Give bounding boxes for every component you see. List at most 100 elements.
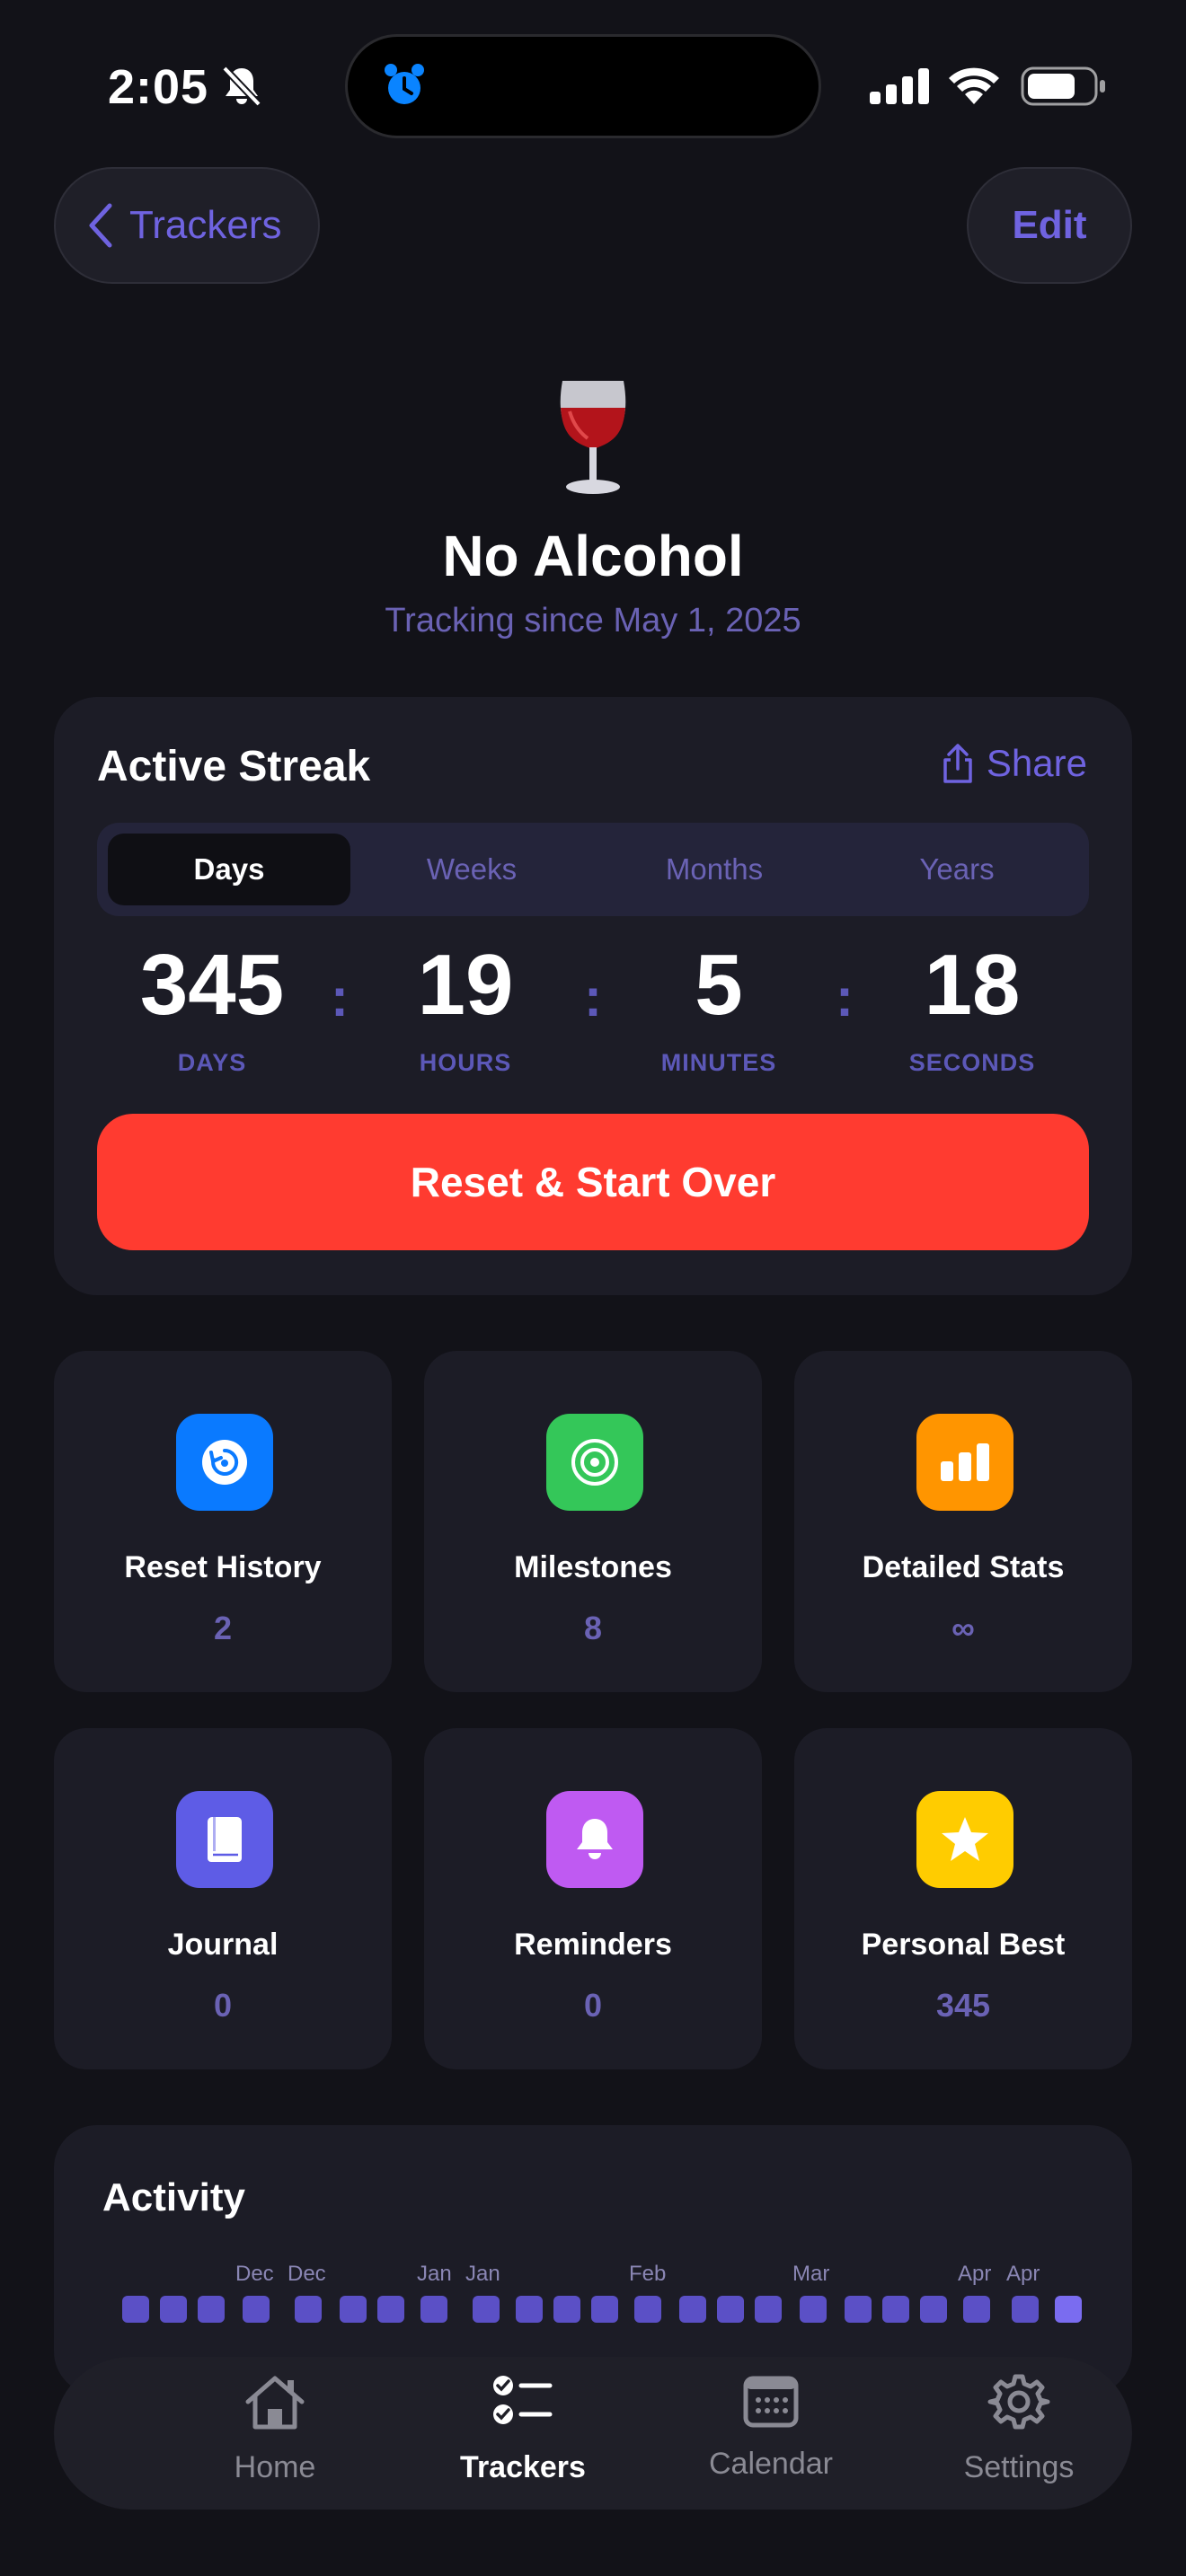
tab-trackers-label: Trackers — [460, 2450, 586, 2484]
segment-weeks[interactable]: Weeks — [350, 834, 593, 905]
tile-value: 2 — [213, 1610, 233, 1646]
tile-value: 345 — [935, 1987, 991, 2024]
edit-button[interactable]: Edit — [967, 167, 1132, 284]
share-icon — [943, 744, 972, 783]
tab-calendar[interactable]: Calendar — [672, 2373, 870, 2499]
activity-cell — [882, 2296, 909, 2323]
dynamic-island — [345, 34, 821, 138]
tile-reset-history[interactable]: Reset History 2 — [54, 1351, 392, 1692]
activity-cell — [553, 2296, 580, 2323]
tile-label: Journal — [167, 1928, 279, 1962]
activity-cell — [800, 2296, 827, 2323]
activity-cell — [473, 2296, 500, 2323]
tile-label: Personal Best — [861, 1928, 1066, 1962]
chevron-left-icon — [89, 203, 112, 248]
activity-cell — [160, 2296, 187, 2323]
tracker-title: No Alcohol — [442, 524, 744, 588]
wifi-icon — [947, 65, 1001, 110]
activity-cell — [122, 2296, 149, 2323]
counter-hours-unit: HOURS — [419, 1048, 512, 1076]
activity-month-label: Apr — [1006, 2262, 1040, 2286]
segment-days[interactable]: Days — [108, 834, 350, 905]
counter-days-unit: DAYS — [177, 1048, 247, 1076]
activity-cell — [634, 2296, 661, 2323]
status-time: 2:05 — [108, 60, 209, 114]
tile-journal[interactable]: Journal 0 — [54, 1728, 392, 2069]
activity-card: Activity Dec Dec Jan Jan Feb Mar Apr Apr — [54, 2125, 1132, 2395]
chart-icon — [916, 1414, 1013, 1511]
counter-hours-value: 19 — [417, 937, 514, 1033]
activity-cell — [377, 2296, 404, 2323]
activity-cell — [340, 2296, 367, 2323]
tile-label: Reset History — [124, 1550, 322, 1584]
activity-cell — [198, 2296, 225, 2323]
activity-cell — [420, 2296, 447, 2323]
activity-month-label: Dec — [235, 2262, 274, 2286]
alarm-clock-icon — [382, 62, 427, 113]
counter-hours: 19 HOURS — [367, 938, 564, 1077]
activity-month-label: Apr — [958, 2262, 992, 2286]
tile-label: Reminders — [514, 1928, 672, 1962]
unit-segmented-control: Days Weeks Months Years — [97, 823, 1089, 916]
counter-seconds-unit: SECONDS — [908, 1048, 1036, 1076]
tab-settings[interactable]: Settings — [920, 2373, 1118, 2499]
tile-label: Detailed Stats — [862, 1550, 1065, 1584]
tile-value: 0 — [583, 1987, 603, 2024]
activity-cell — [679, 2296, 706, 2323]
calendar-icon — [739, 2373, 803, 2435]
activity-cell — [963, 2296, 990, 2323]
cellular-signal-icon — [870, 68, 929, 109]
activity-month-label: Mar — [792, 2262, 830, 2286]
activity-cell — [717, 2296, 744, 2323]
tab-home[interactable]: Home — [176, 2373, 374, 2499]
counter-minutes-unit: MINUTES — [660, 1048, 777, 1076]
tile-reminders[interactable]: Reminders 0 — [424, 1728, 762, 2069]
activity-month-label: Jan — [417, 2262, 452, 2286]
bell-icon — [546, 1791, 643, 1888]
bell-slash-icon — [221, 65, 262, 112]
tile-detailed-stats[interactable]: Detailed Stats ∞ — [794, 1351, 1132, 1692]
tile-milestones[interactable]: Milestones 8 — [424, 1351, 762, 1692]
wine-glass-icon — [543, 375, 643, 506]
activity-cell — [1012, 2296, 1039, 2323]
segment-years[interactable]: Years — [836, 834, 1078, 905]
activity-month-label: Jan — [465, 2262, 500, 2286]
reset-button[interactable]: Reset & Start Over — [97, 1114, 1089, 1250]
tile-personal-best[interactable]: Personal Best 345 — [794, 1728, 1132, 2069]
tracker-subtitle: Tracking since May 1, 2025 — [385, 602, 801, 640]
activity-cell — [295, 2296, 322, 2323]
counter-minutes-value: 5 — [695, 937, 743, 1033]
tab-calendar-label: Calendar — [709, 2447, 833, 2481]
star-icon — [916, 1791, 1013, 1888]
tab-bar: Home Trackers Calendar Settings — [54, 2357, 1132, 2510]
active-streak-card: Active Streak Share Days Weeks Months Ye… — [54, 697, 1132, 1295]
activity-cell — [591, 2296, 618, 2323]
back-button-label: Trackers — [129, 203, 282, 247]
counter-days-value: 345 — [139, 937, 285, 1033]
counter-days: 345 DAYS — [113, 938, 311, 1077]
tab-settings-label: Settings — [963, 2450, 1075, 2484]
tile-value: 8 — [583, 1610, 603, 1646]
activity-cell — [755, 2296, 782, 2323]
streak-title: Active Streak — [97, 743, 371, 790]
segment-months[interactable]: Months — [593, 834, 836, 905]
book-icon — [176, 1791, 273, 1888]
counter-separator: : — [584, 967, 602, 1028]
share-button[interactable]: Share — [940, 742, 1087, 785]
tab-home-label: Home — [234, 2450, 316, 2484]
counter-seconds: 18 SECONDS — [873, 938, 1071, 1077]
share-label: Share — [986, 742, 1087, 784]
back-button[interactable]: Trackers — [54, 167, 320, 284]
activity-title: Activity — [102, 2175, 245, 2219]
activity-cell — [845, 2296, 872, 2323]
battery-icon — [1021, 66, 1107, 110]
counter-separator: : — [836, 967, 854, 1028]
counter-minutes: 5 MINUTES — [620, 938, 818, 1077]
activity-cell — [1055, 2296, 1082, 2323]
gear-icon — [987, 2373, 1051, 2435]
tab-trackers[interactable]: Trackers — [424, 2373, 622, 2499]
activity-cell — [920, 2296, 947, 2323]
target-icon — [546, 1414, 643, 1511]
tile-value: 0 — [213, 1987, 233, 2024]
tile-label: Milestones — [514, 1550, 672, 1584]
